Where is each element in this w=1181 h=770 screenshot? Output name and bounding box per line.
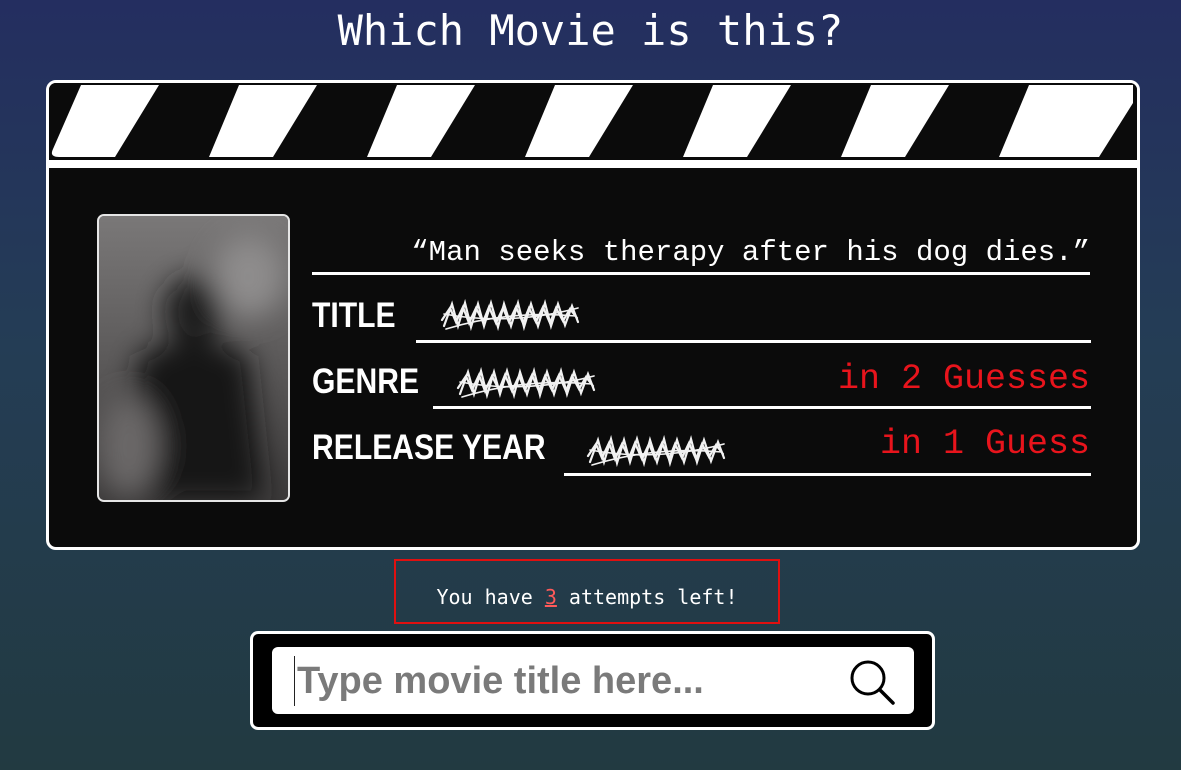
genre-hint: in 2 Guesses [837, 359, 1090, 399]
search-input-container [272, 647, 914, 714]
page-title: Which Movie is this? [337, 6, 844, 55]
title-label: TITLE [312, 296, 396, 335]
scribble-icon [440, 298, 580, 332]
clapperboard: “Man seeks therapy after his dog dies.” … [46, 80, 1140, 550]
clapper-divider [49, 160, 1137, 168]
search-icon[interactable] [849, 659, 895, 705]
search-bar [250, 631, 935, 730]
attempts-suffix: attempts left! [556, 585, 738, 609]
movie-quote: “Man seeks therapy after his dog dies.” [312, 231, 1090, 275]
attempts-count: 3 [544, 585, 557, 609]
search-input[interactable] [294, 656, 837, 706]
clapper-stripes [49, 83, 1137, 160]
release-year-hint: in 1 Guess [879, 424, 1090, 464]
release-year-label: RELEASE YEAR [312, 428, 546, 467]
genre-underline [433, 406, 1091, 409]
attempts-prefix: You have [436, 585, 545, 609]
scribble-icon [456, 366, 596, 400]
attempts-counter: You have 3 attempts left! [394, 559, 780, 624]
title-underline [416, 340, 1091, 343]
scribble-icon [586, 434, 726, 468]
release-year-underline [564, 473, 1091, 476]
blurred-movie-poster [97, 214, 290, 502]
genre-label: GENRE [312, 362, 420, 401]
